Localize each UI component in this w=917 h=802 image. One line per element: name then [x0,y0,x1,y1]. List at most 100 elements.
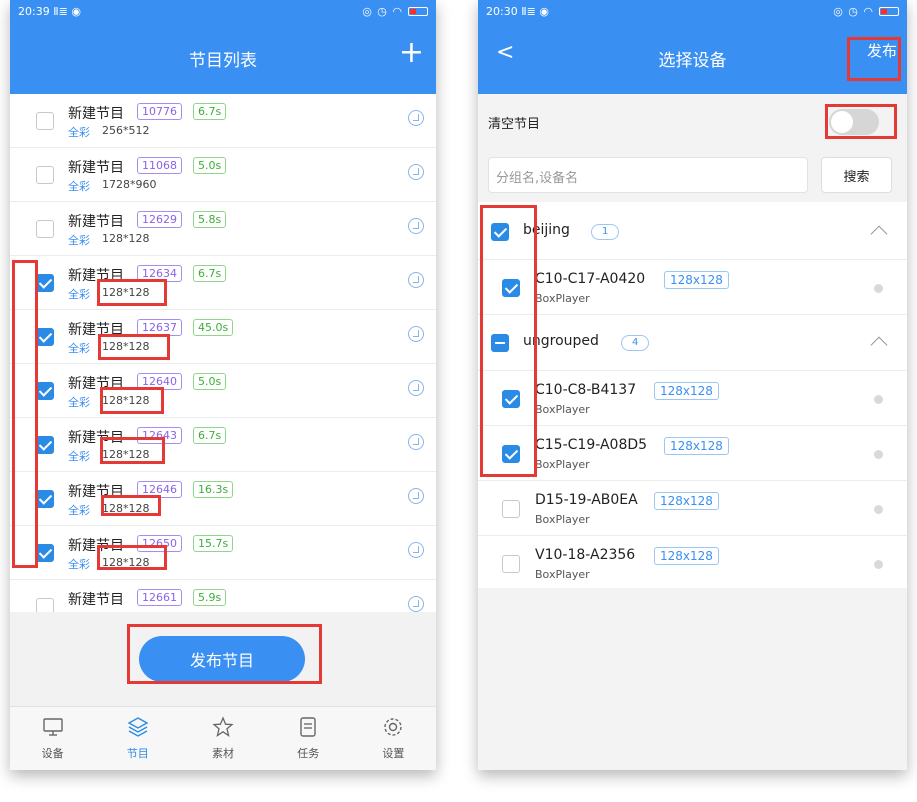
battery-icon [879,6,899,16]
program-checkbox[interactable] [36,112,54,130]
publish-program-button[interactable]: 发布节目 [139,636,305,682]
program-action-icon[interactable] [408,380,424,396]
program-name: 新建节目 [68,268,124,284]
program-checkbox[interactable] [36,544,54,562]
program-duration-badge: 6.7s [193,103,227,120]
group-row[interactable]: beijing 1 [478,204,907,260]
program-id-badge: 10776 [137,103,182,120]
program-color-mode: 全彩 [68,126,90,139]
search-input[interactable]: 分组名,设备名 [488,157,808,193]
device-status-dot [874,560,883,569]
program-action-icon[interactable] [408,110,424,126]
program-checkbox[interactable] [36,598,54,612]
program-row[interactable]: 新建节目 12643 6.7s 全彩 128*128 [10,418,436,472]
program-resolution: 128*128 [102,556,150,569]
program-row[interactable]: 新建节目 12640 5.0s 全彩 128*128 [10,364,436,418]
tab-settings[interactable]: 设置 [351,707,436,770]
chevron-up-icon[interactable] [870,225,888,243]
program-checkbox[interactable] [36,328,54,346]
program-resolution: 128*128 [102,340,150,353]
program-action-icon[interactable] [408,272,424,288]
program-duration-badge: 16.3s [193,481,234,498]
device-row[interactable]: D15-19-AB0EA 128x128 BoxPlayer [478,481,907,536]
status-icons: ◎ ◷ ◠ [362,4,403,18]
group-row[interactable]: ungrouped 4 [478,315,907,371]
program-duration-badge: 15.7s [193,535,234,552]
clear-program-row: 清空节目 [478,94,907,150]
program-resolution: 128*128 [102,286,150,299]
program-action-icon[interactable] [408,164,424,180]
device-resolution-badge: 128x128 [664,437,729,455]
program-color-mode: 全彩 [68,288,90,301]
program-checkbox[interactable] [36,220,54,238]
program-row[interactable]: 新建节目 11068 5.0s 全彩 1728*960 [10,148,436,202]
tab-programs[interactable]: 节目 [95,707,180,770]
program-checkbox[interactable] [36,436,54,454]
program-name: 新建节目 [68,538,124,554]
program-checkbox[interactable] [36,274,54,292]
program-row[interactable]: 新建节目 12634 6.7s 全彩 128*128 [10,256,436,310]
device-checkbox[interactable] [502,555,520,573]
status-time: 20:30 [486,4,518,18]
device-checkbox[interactable] [502,500,520,518]
device-status-dot [874,284,883,293]
program-row[interactable]: 新建节目 10776 6.7s 全彩 256*512 [10,94,436,148]
device-name: C15-C19-A08D5 [535,437,648,453]
program-action-icon[interactable] [408,488,424,504]
program-row[interactable]: 新建节目 12646 16.3s 全彩 128*128 [10,472,436,526]
device-row[interactable]: C10-C8-B4137 128x128 BoxPlayer [478,371,907,426]
program-checkbox[interactable] [36,166,54,184]
chevron-up-icon[interactable] [870,336,888,354]
program-action-icon[interactable] [408,326,424,342]
publish-button[interactable]: 发布 [867,40,897,61]
program-id-badge: 12646 [137,481,182,498]
device-row[interactable]: V10-18-A2356 128x128 BoxPlayer [478,536,907,591]
program-name: 新建节目 [68,484,124,500]
program-resolution: 128*128 [102,232,150,245]
device-checkbox[interactable] [502,390,520,408]
program-action-icon[interactable] [408,218,424,234]
device-type: BoxPlayer [535,403,590,416]
monitor-icon [42,718,63,736]
device-row[interactable]: C15-C19-A08D5 128x128 BoxPlayer [478,426,907,481]
clear-program-toggle[interactable] [829,109,879,135]
device-row[interactable]: C10-C17-A0420 128x128 BoxPlayer [478,260,907,315]
app-bar: < 选择设备 发布 [478,22,907,94]
program-action-icon[interactable] [408,542,424,558]
page-title: 选择设备 [658,50,727,71]
program-checkbox[interactable] [36,490,54,508]
status-signal: Ⅱ≣ ◉ [53,4,81,18]
tab-tasks[interactable]: 任务 [266,707,351,770]
program-id-badge: 12643 [137,427,182,444]
add-program-button[interactable]: + [399,38,424,68]
device-status-dot [874,395,883,404]
program-action-icon[interactable] [408,596,424,612]
device-type: BoxPlayer [535,458,590,471]
device-status-dot [874,505,883,514]
program-checkbox[interactable] [36,382,54,400]
device-checkbox[interactable] [502,445,520,463]
star-icon [212,716,234,737]
program-id-badge: 12634 [137,265,182,282]
tab-devices[interactable]: 设备 [10,707,95,770]
group-checkbox[interactable] [491,223,509,241]
device-name: C10-C8-B4137 [535,382,637,398]
device-checkbox[interactable] [502,279,520,297]
program-color-mode: 全彩 [68,504,90,517]
device-type: BoxPlayer [535,513,590,526]
program-duration-badge: 6.7s [193,265,227,282]
search-button[interactable]: 搜索 [821,157,892,193]
group-count-badge: 4 [621,335,650,351]
program-name: 新建节目 [68,376,124,392]
program-row[interactable]: 新建节目 12629 5.8s 全彩 128*128 [10,202,436,256]
program-row[interactable]: 新建节目126615.9s全彩128*128 [10,580,436,612]
group-checkbox[interactable] [491,334,509,352]
clear-program-label: 清空节目 [488,117,541,132]
tab-materials[interactable]: 素材 [180,707,265,770]
back-button[interactable]: < [496,40,514,65]
program-row[interactable]: 新建节目 12637 45.0s 全彩 128*128 [10,310,436,364]
program-row[interactable]: 新建节目 12650 15.7s 全彩 128*128 [10,526,436,580]
program-id-badge: 11068 [137,157,182,174]
status-signal: Ⅱ≣ ◉ [521,4,549,18]
program-action-icon[interactable] [408,434,424,450]
